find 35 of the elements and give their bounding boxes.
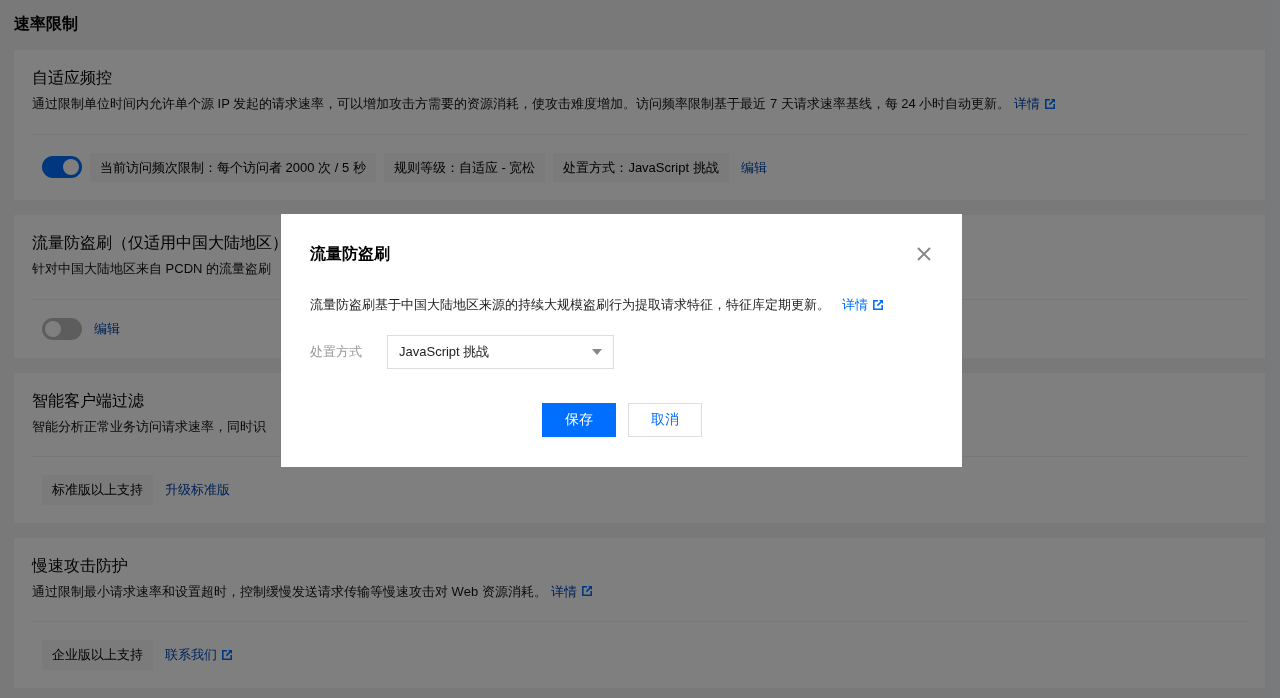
external-link-icon xyxy=(580,585,593,598)
section-title: 自适应频控 xyxy=(32,68,112,88)
info-tag: 企业版以上支持 xyxy=(42,640,153,670)
toggle-switch[interactable] xyxy=(42,317,82,340)
external-link-icon xyxy=(1044,97,1057,110)
info-tag: 规则等级：自适应 - 宽松 xyxy=(383,152,546,182)
field-label: 处置方式 xyxy=(310,342,363,361)
dialog-description: 流量防盗刷基于中国大陆地区来源的持续大规模盗刷行为提取请求特征，特征库定期更新。 xyxy=(310,296,830,314)
external-link-icon xyxy=(221,648,233,661)
link[interactable]: 编辑 xyxy=(740,157,767,177)
link[interactable]: 联系我们 xyxy=(165,645,233,665)
dialog-title: 流量防盗刷 xyxy=(310,244,390,264)
section-title: 慢速攻击防护 xyxy=(32,555,128,576)
section-title: 智能客户端过滤 xyxy=(32,390,144,411)
section-description: 针对中国大陆地区来自 PCDN 的流量盗刷 xyxy=(32,260,272,278)
link[interactable]: 升级标准版 xyxy=(165,480,230,500)
details-link[interactable]: 详情 xyxy=(842,295,884,315)
info-tag: 当前访问频次限制：每个访问者 2000 次 / 5 秒 xyxy=(90,152,376,182)
cancel-button[interactable]: 取消 xyxy=(627,402,702,437)
external-link-icon xyxy=(872,298,884,311)
details-link[interactable]: 详情 xyxy=(550,581,593,601)
details-link[interactable]: 详情 xyxy=(1014,94,1057,114)
caret-icon xyxy=(592,348,602,355)
toggle-switch[interactable] xyxy=(42,156,82,179)
section-description: 智能分析正常业务访问请求速率，同时识 xyxy=(32,417,266,436)
section-description: 通过限制单位时间内允许单个源 IP 发起的请求速率，可以增加攻击方需要的资源消耗，使攻击难度增加。访问频率限制基于最近 7 天请求速率基线，每 24 小时自动更新。 xyxy=(32,95,1011,113)
close-icon[interactable] xyxy=(915,245,933,263)
info-tag: 处置方式：JavaScript 挑战 xyxy=(553,152,729,182)
link[interactable]: 编辑 xyxy=(94,318,120,339)
info-tag: 标准版以上支持 xyxy=(42,475,153,505)
select-field[interactable]: JavaScript 挑战 xyxy=(387,334,614,369)
section-title: 流量防盗刷（仅适用中国大陆地区） xyxy=(32,233,288,253)
section-description: 通过限制最小请求速率和设置超时，控制缓慢发送请求传输等慢速攻击对 Web 资源消耗。 xyxy=(32,582,547,601)
page-title: 速率限制 xyxy=(14,14,79,34)
save-button[interactable]: 保存 xyxy=(541,402,616,437)
